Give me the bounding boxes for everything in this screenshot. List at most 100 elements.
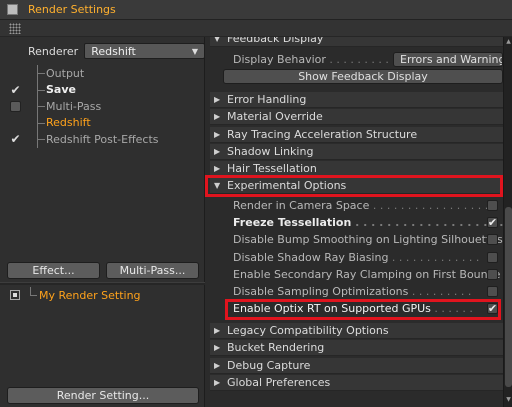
settings-tree: Output ✔ Save Multi-Pass Redshift ✔ Redshift P… — [0, 65, 205, 148]
section-header-label: Bucket Rendering — [227, 341, 325, 355]
settings-panel: ▼ Feedback Display Display Behavior . . … — [210, 37, 511, 407]
collapsed-triangle-icon: ▶ — [214, 112, 221, 122]
section-header[interactable]: ▶ Error Handling — [210, 92, 503, 108]
tree-item[interactable]: Redshift — [0, 114, 205, 131]
tree-item[interactable]: Multi-Pass — [0, 98, 205, 115]
collapsed-triangle-icon: ▶ — [214, 129, 221, 139]
collapsed-triangle-icon: ▶ — [214, 95, 221, 104]
tree-branch — [37, 131, 45, 148]
render-setting-button[interactable]: Render Setting... — [7, 387, 199, 404]
tree-branch — [37, 98, 45, 115]
section-header[interactable]: ▶ Ray Tracing Acceleration Structure — [210, 126, 503, 143]
option-checkbox[interactable] — [487, 268, 498, 280]
empty-check-slot — [10, 117, 21, 128]
section-header-label: Ray Tracing Acceleration Structure — [227, 127, 418, 141]
render-setting-label: My Render Setting — [39, 288, 141, 302]
tree-item-label: Multi-Pass — [46, 99, 102, 113]
leader-dots: . . . . . . . . . . . . . — [388, 250, 480, 264]
scroll-down-icon[interactable]: ▼ — [505, 396, 512, 406]
display-behavior-label: Display Behavior — [233, 53, 326, 66]
leader-dots: . . . . . . . . . — [408, 285, 472, 298]
option-label: Freeze Tessellation — [233, 216, 352, 230]
section-feedback-display[interactable]: ▼ Feedback Display — [210, 37, 503, 47]
multipass-button[interactable]: Multi-Pass... — [106, 262, 199, 279]
section-header[interactable]: ▶ Legacy Compatibility Options — [210, 323, 503, 339]
section-header[interactable]: ▶ Shadow Linking — [210, 143, 503, 160]
grip-icon[interactable] — [9, 23, 21, 34]
option-row: Freeze Tessellation . . . . . . . . . . … — [210, 214, 511, 231]
title-bar: Render Settings — [0, 0, 512, 20]
section-header-label: Global Preferences — [227, 375, 331, 389]
collapsed-triangle-icon: ▶ — [214, 164, 221, 174]
section-header[interactable]: ▶ Material Override — [210, 109, 503, 126]
renderer-dropdown-value: Redshift — [91, 44, 136, 58]
collapsed-triangle-icon: ▶ — [214, 326, 221, 335]
section-header-label: Legacy Compatibility Options — [227, 324, 389, 337]
vertical-scrollbar[interactable]: ▲ ▼ — [503, 37, 512, 407]
tree-branch — [37, 81, 45, 98]
renderer-row: Renderer Redshift ▼ — [0, 41, 205, 61]
collapsed-triangle-icon: ▶ — [214, 360, 221, 370]
right-pane: ▼ Feedback Display Display Behavior . . … — [207, 37, 512, 407]
section-header[interactable]: ▶ Bucket Rendering — [210, 340, 503, 357]
tree-item-label: Redshift — [46, 116, 91, 130]
section-header[interactable]: ▶ Global Preferences — [210, 374, 503, 391]
render-setting-icon — [10, 290, 20, 300]
highlight-enable-optix — [225, 299, 501, 320]
tree-branch — [37, 65, 45, 82]
render-setting-item[interactable]: My Render Setting — [0, 287, 205, 303]
section-header[interactable]: ▶ Debug Capture — [210, 357, 503, 374]
tree-item-label: Save — [46, 83, 76, 97]
show-feedback-display-button[interactable]: Show Feedback Display — [223, 69, 503, 84]
checkmark-icon[interactable]: ✔ — [10, 132, 21, 146]
option-label: Enable Secondary Ray Clamping on First B… — [233, 267, 501, 281]
left-pane: Renderer Redshift ▼ Output ✔ Save Multi-Pas… — [0, 37, 205, 407]
section-header-label: Material Override — [227, 110, 323, 124]
section-header-label: Shadow Linking — [227, 144, 314, 158]
leader-dots: . . . . . . . . . . . . . . . . . — [369, 199, 489, 212]
tree-item[interactable]: Output — [0, 65, 205, 82]
collapsed-triangle-icon: ▶ — [214, 377, 221, 387]
scroll-up-icon[interactable]: ▲ — [505, 38, 512, 48]
tree-item[interactable]: ✔ Save — [0, 81, 205, 98]
collapse-triangle-icon: ▼ — [214, 37, 221, 43]
option-checkbox[interactable]: ✔ — [487, 216, 498, 229]
option-row: Disable Sampling Optimizations . . . . .… — [210, 283, 503, 300]
option-checkbox[interactable] — [487, 286, 498, 297]
renderer-label: Renderer — [28, 44, 79, 58]
option-row: Render in Camera Space . . . . . . . . .… — [210, 197, 503, 214]
divider — [0, 282, 205, 285]
renderer-dropdown[interactable]: Redshift ▼ — [84, 43, 205, 59]
checkmark-icon[interactable]: ✔ — [10, 83, 21, 97]
option-label: Render in Camera Space — [233, 199, 370, 212]
option-checkbox[interactable] — [487, 200, 498, 211]
option-row: Disable Bump Smoothing on Lighting Silho… — [210, 231, 503, 248]
effect-button[interactable]: Effect... — [7, 262, 100, 279]
section-header-label: Debug Capture — [227, 358, 311, 372]
section-header-label: Error Handling — [227, 93, 307, 106]
tree-branch — [37, 114, 45, 131]
option-checkbox[interactable] — [487, 251, 498, 263]
checkbox[interactable] — [10, 100, 21, 112]
option-row: Enable Secondary Ray Clamping on First B… — [210, 266, 503, 283]
toolbar — [0, 20, 512, 37]
window-title: Render Settings — [28, 3, 116, 16]
tree-item-label: Output — [46, 66, 85, 80]
scrollbar-thumb[interactable] — [505, 207, 512, 387]
window-icon[interactable] — [7, 4, 18, 15]
option-checkbox[interactable] — [487, 234, 498, 246]
highlight-experimental-options — [205, 175, 503, 197]
tree-branch — [30, 287, 37, 296]
collapsed-triangle-icon: ▶ — [214, 343, 221, 353]
display-behavior-dropdown[interactable]: Errors and Warnings — [393, 52, 503, 67]
option-row: Disable Shadow Ray Biasing . . . . . . .… — [210, 249, 503, 266]
section-header-label: Hair Tessellation — [227, 162, 317, 176]
chevron-down-icon: ▼ — [191, 46, 198, 56]
tree-item[interactable]: ✔ Redshift Post-Effects — [0, 131, 205, 148]
collapsed-triangle-icon: ▶ — [214, 146, 221, 156]
option-label: Disable Bump Smoothing on Lighting Silho… — [233, 233, 503, 247]
tree-item-label: Redshift Post-Effects — [46, 132, 159, 146]
option-label: Disable Shadow Ray Biasing — [233, 250, 389, 264]
option-label: Disable Sampling Optimizations — [233, 285, 409, 298]
empty-check-slot — [10, 68, 21, 79]
